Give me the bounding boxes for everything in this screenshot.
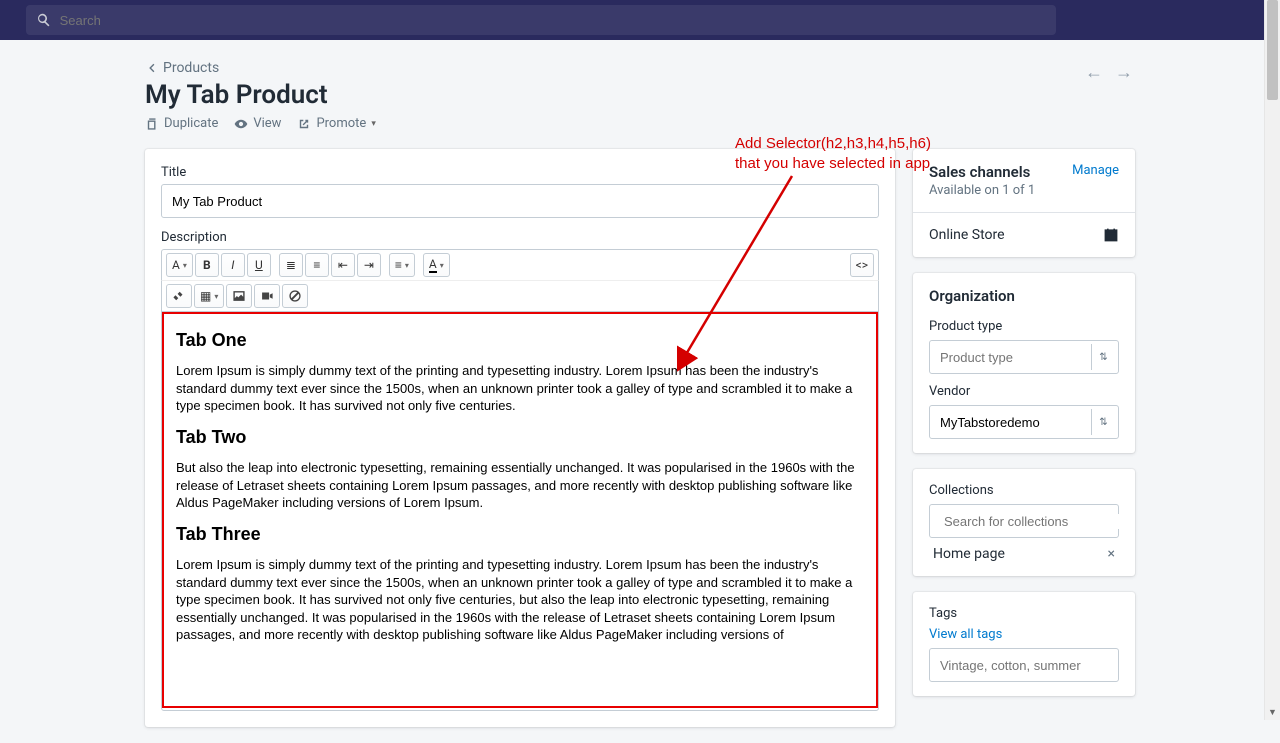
outdent-btn[interactable]: ⇤ bbox=[331, 253, 355, 277]
collections-card: Collections Home page × bbox=[913, 469, 1135, 576]
product-main-card: Title Description A B I U ≣ ≡ bbox=[145, 149, 895, 727]
view-label: View bbox=[253, 116, 281, 131]
duplicate-action[interactable]: Duplicate bbox=[145, 116, 218, 131]
tab-heading-2: Tab Two bbox=[176, 425, 864, 449]
collections-search[interactable] bbox=[929, 504, 1119, 538]
color-dd[interactable]: A bbox=[423, 253, 450, 277]
rte-toolbar-row2: ▦ bbox=[161, 280, 879, 311]
calendar-icon[interactable] bbox=[1103, 227, 1119, 243]
chevron-left-icon bbox=[145, 61, 159, 75]
sales-channels-title: Sales channels bbox=[929, 163, 1030, 181]
tab-paragraph-3: Lorem Ipsum is simply dummy text of the … bbox=[176, 556, 864, 644]
underline-btn[interactable]: U bbox=[247, 253, 271, 277]
font-style-dd[interactable]: A bbox=[166, 253, 193, 277]
global-search[interactable] bbox=[26, 5, 1056, 35]
select-caret-icon: ⇅ bbox=[1091, 409, 1115, 435]
page-nav-arrows: ← → bbox=[1083, 60, 1135, 85]
online-store-label: Online Store bbox=[929, 227, 1005, 243]
breadcrumb[interactable]: Products bbox=[145, 60, 1135, 76]
video-icon bbox=[260, 289, 274, 303]
image-btn[interactable] bbox=[226, 284, 252, 308]
search-icon bbox=[36, 12, 52, 28]
chevron-down-icon: ▾ bbox=[371, 119, 376, 129]
breadcrumb-label: Products bbox=[163, 60, 219, 76]
view-all-tags-link[interactable]: View all tags bbox=[929, 627, 1119, 642]
sales-channels-subtitle: Available on 1 of 1 bbox=[929, 183, 1119, 198]
align-dd[interactable]: ≡ bbox=[389, 253, 415, 277]
html-btn[interactable]: <> bbox=[850, 253, 874, 277]
ban-icon bbox=[288, 289, 302, 303]
manage-link[interactable]: Manage bbox=[1072, 163, 1119, 178]
global-search-input[interactable] bbox=[60, 13, 1046, 28]
description-editor[interactable]: Tab One Lorem Ipsum is simply dummy text… bbox=[161, 311, 879, 711]
indent-btn[interactable]: ⇥ bbox=[357, 253, 381, 277]
rte-toolbar: A B I U ≣ ≡ ⇤ ⇥ ≡ bbox=[161, 249, 879, 280]
tags-title: Tags bbox=[929, 606, 1119, 621]
video-btn[interactable] bbox=[254, 284, 280, 308]
scroll-thumb[interactable] bbox=[1267, 0, 1278, 100]
top-bar bbox=[0, 0, 1280, 40]
italic-btn[interactable]: I bbox=[221, 253, 245, 277]
tags-input[interactable] bbox=[929, 648, 1119, 682]
collections-search-input[interactable] bbox=[944, 514, 1120, 529]
tab-paragraph-2: But also the leap into electronic typese… bbox=[176, 459, 864, 512]
vendor-label: Vendor bbox=[929, 384, 1119, 399]
tab-heading-1: Tab One bbox=[176, 328, 864, 352]
product-type-label: Product type bbox=[929, 319, 1119, 334]
tags-card: Tags View all tags bbox=[913, 592, 1135, 696]
table-dd[interactable]: ▦ bbox=[194, 284, 224, 308]
view-action[interactable]: View bbox=[234, 116, 281, 131]
page-scrollbar[interactable]: ▲ ▼ bbox=[1264, 0, 1280, 720]
clear-btn[interactable] bbox=[282, 284, 308, 308]
tab-heading-3: Tab Three bbox=[176, 522, 864, 546]
external-icon bbox=[297, 117, 311, 131]
organization-title: Organization bbox=[929, 287, 1119, 305]
nav-next[interactable]: → bbox=[1113, 60, 1135, 85]
remove-collection-btn[interactable]: × bbox=[1108, 546, 1115, 562]
link-icon bbox=[172, 289, 186, 303]
title-label: Title bbox=[161, 165, 879, 180]
image-icon bbox=[232, 289, 246, 303]
eye-icon bbox=[234, 117, 248, 131]
link-btn[interactable] bbox=[166, 284, 192, 308]
numbers-btn[interactable]: ≡ bbox=[305, 253, 329, 277]
promote-label: Promote bbox=[316, 116, 366, 131]
bold-btn[interactable]: B bbox=[195, 253, 219, 277]
bullets-btn[interactable]: ≣ bbox=[279, 253, 303, 277]
collections-title: Collections bbox=[929, 483, 1119, 498]
tab-paragraph-1: Lorem Ipsum is simply dummy text of the … bbox=[176, 362, 864, 415]
scroll-down-icon[interactable]: ▼ bbox=[1265, 704, 1280, 720]
sales-channels-card: Sales channels Manage Available on 1 of … bbox=[913, 149, 1135, 257]
organization-card: Organization Product type ⇅ Vendor ⇅ bbox=[913, 273, 1135, 453]
duplicate-label: Duplicate bbox=[164, 116, 218, 131]
nav-prev[interactable]: ← bbox=[1083, 60, 1105, 85]
duplicate-icon bbox=[145, 117, 159, 131]
page-title: My Tab Product bbox=[145, 80, 1135, 110]
page-actions: Duplicate View Promote ▾ bbox=[145, 116, 1135, 131]
title-input[interactable] bbox=[161, 184, 879, 218]
description-label: Description bbox=[161, 230, 879, 245]
select-caret-icon: ⇅ bbox=[1091, 344, 1115, 370]
collection-item-label: Home page bbox=[933, 546, 1005, 562]
promote-action[interactable]: Promote ▾ bbox=[297, 116, 375, 131]
editor-content[interactable]: Tab One Lorem Ipsum is simply dummy text… bbox=[162, 312, 878, 708]
